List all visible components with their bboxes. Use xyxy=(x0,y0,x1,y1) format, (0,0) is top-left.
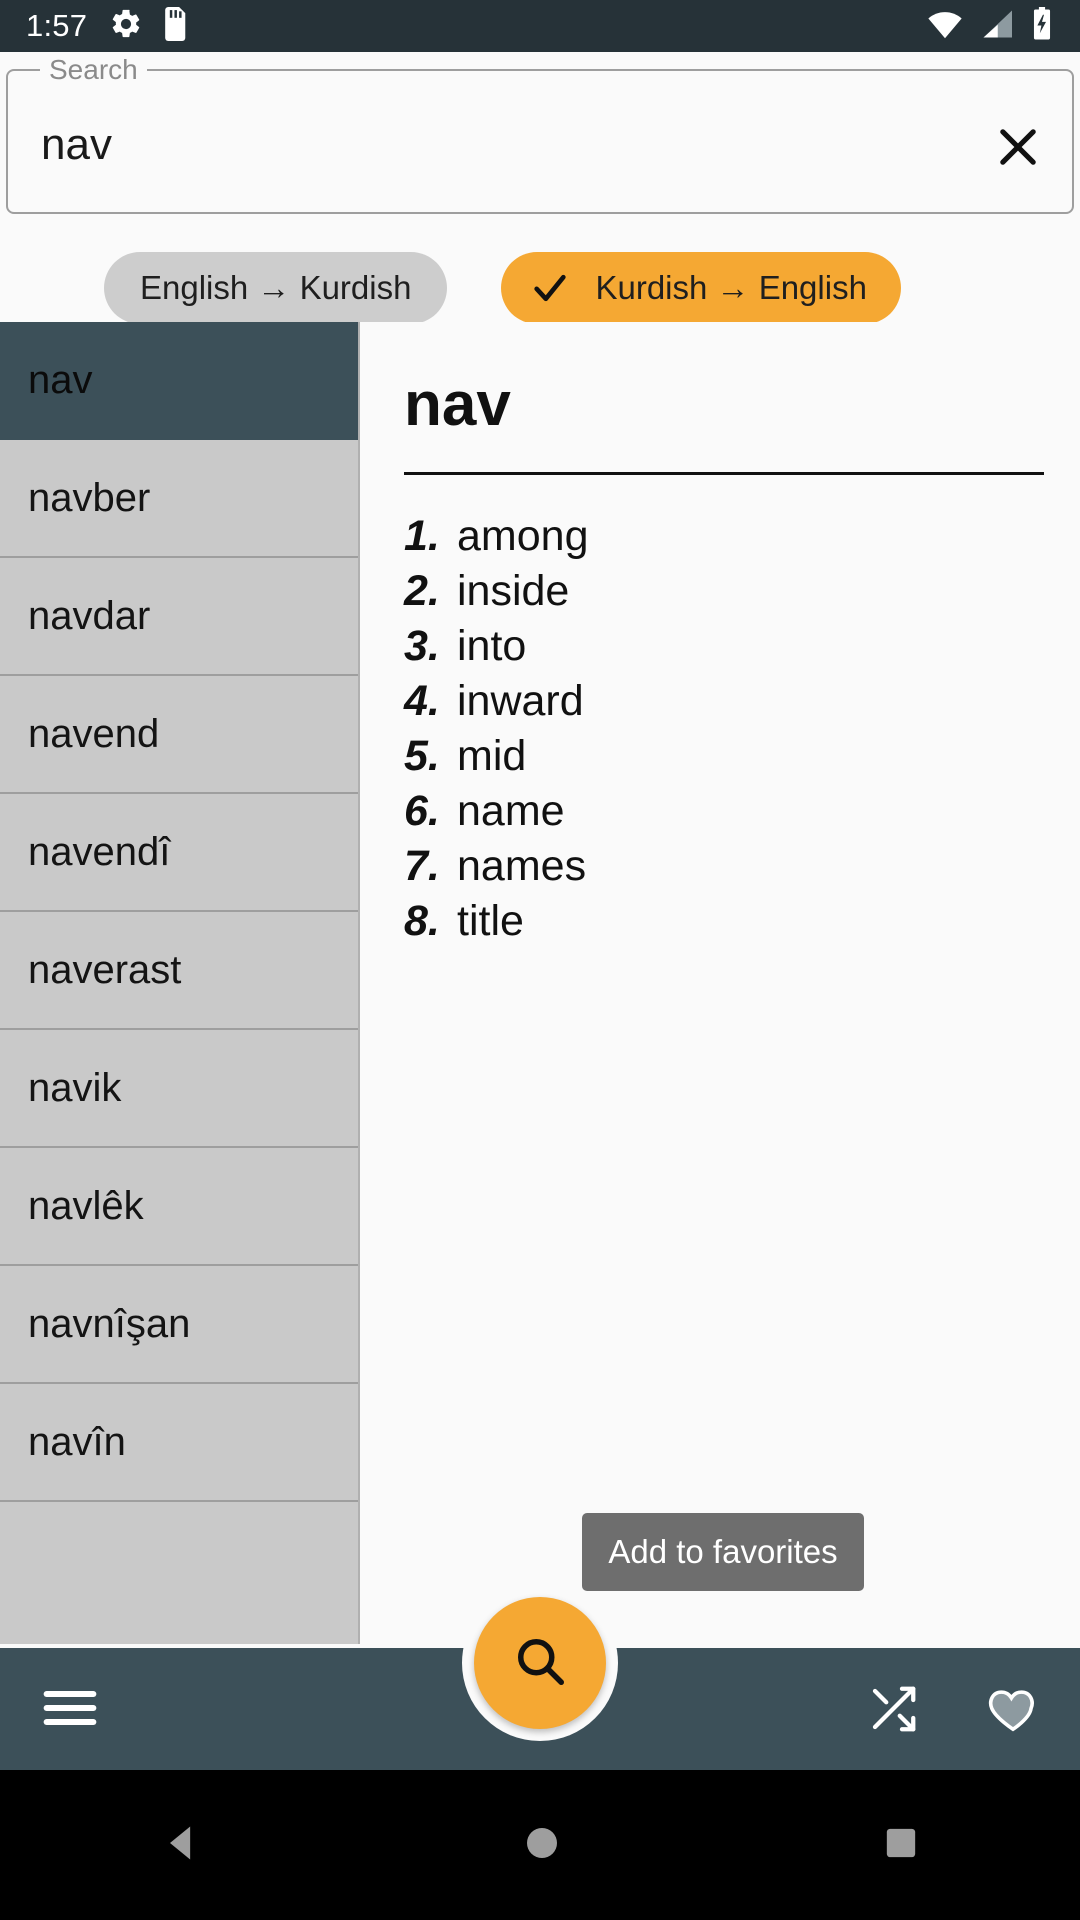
android-navigation-bar xyxy=(0,1770,1080,1920)
search-icon xyxy=(510,1631,570,1696)
sense-item: 4. inward xyxy=(404,674,1040,729)
sense-number: 5. xyxy=(404,732,440,780)
list-item[interactable]: navlêk xyxy=(0,1148,358,1266)
toggle-english-to-kurdish[interactable]: English → Kurdish xyxy=(104,252,448,324)
sense-item: 1. among xyxy=(404,509,1040,564)
sense-list: 1. among 2. inside 3. into 4. inward 5. xyxy=(404,509,1040,949)
search-fab-button[interactable] xyxy=(474,1597,606,1729)
sense-number: 4. xyxy=(404,677,440,725)
word-list-filler xyxy=(0,1502,358,1642)
home-circle-icon[interactable] xyxy=(522,1823,562,1868)
list-item[interactable]: navdar xyxy=(0,558,358,676)
toggle-kurdish-to-english-label: Kurdish → English xyxy=(595,269,867,306)
add-to-favorites-button[interactable]: Add to favorites xyxy=(582,1513,864,1591)
definition-panel: nav 1. among 2. inside 3. into 4. inward xyxy=(362,322,1080,1644)
list-item[interactable]: navîn xyxy=(0,1384,358,1502)
heart-icon[interactable] xyxy=(984,1682,1042,1741)
headword-divider xyxy=(404,472,1044,475)
sense-item: 3. into xyxy=(404,619,1040,674)
sense-text: name xyxy=(457,787,565,835)
sense-item: 5. mid xyxy=(404,729,1040,784)
sense-number: 6. xyxy=(404,787,440,835)
recents-square-icon[interactable] xyxy=(881,1823,921,1868)
sense-text: inward xyxy=(457,677,584,725)
headword: nav xyxy=(404,370,511,439)
word-label: nav xyxy=(28,357,93,402)
search-input-value: nav xyxy=(41,120,112,169)
status-bar-left-icons xyxy=(109,6,189,46)
status-bar-right-icons xyxy=(926,6,1054,46)
sense-text: among xyxy=(457,512,589,560)
sense-text: names xyxy=(457,842,587,890)
signal-icon xyxy=(979,8,1015,45)
sense-number: 7. xyxy=(404,842,440,890)
word-label: navîn xyxy=(28,1419,126,1464)
word-label: navnîşan xyxy=(28,1301,191,1346)
search-section: Search nav xyxy=(0,52,1080,222)
word-label: navendî xyxy=(28,829,171,874)
sense-number: 2. xyxy=(404,567,440,615)
close-icon[interactable] xyxy=(992,121,1044,173)
sense-number: 1. xyxy=(404,512,440,560)
sense-text: title xyxy=(457,897,524,945)
sense-item: 8. title xyxy=(404,894,1040,949)
sense-number: 3. xyxy=(404,622,440,670)
word-list[interactable]: nav navber navdar navend navendî naveras… xyxy=(0,322,360,1644)
list-item[interactable]: nav xyxy=(0,322,358,440)
back-triangle-icon[interactable] xyxy=(159,1821,203,1870)
status-bar: 1:57 xyxy=(0,0,1080,52)
check-icon xyxy=(527,268,573,308)
sense-text: inside xyxy=(457,567,570,615)
toggle-kurdish-to-english[interactable]: Kurdish → English xyxy=(501,252,901,324)
shuffle-icon[interactable] xyxy=(864,1682,922,1741)
add-to-favorites-label: Add to favorites xyxy=(608,1533,838,1570)
list-item[interactable]: navnîşan xyxy=(0,1266,358,1384)
wifi-icon xyxy=(926,8,964,45)
word-label: navend xyxy=(28,711,160,756)
sense-item: 2. inside xyxy=(404,564,1040,619)
sense-item: 6. name xyxy=(404,784,1040,839)
gear-icon xyxy=(109,7,143,46)
sense-text: into xyxy=(457,622,527,670)
sense-item: 7. names xyxy=(404,839,1040,894)
list-item[interactable]: navik xyxy=(0,1030,358,1148)
list-item[interactable]: naverast xyxy=(0,912,358,1030)
sense-text: mid xyxy=(457,732,527,780)
word-label: navlêk xyxy=(28,1183,144,1228)
word-label: navdar xyxy=(28,593,151,638)
sense-number: 8. xyxy=(404,897,440,945)
list-item[interactable]: navend xyxy=(0,676,358,794)
sd-card-icon xyxy=(163,6,189,46)
search-input[interactable]: Search nav xyxy=(6,54,1074,214)
list-item[interactable]: navber xyxy=(0,440,358,558)
word-label: navber xyxy=(28,475,151,520)
hamburger-menu-icon[interactable] xyxy=(42,1684,98,1737)
word-label: navik xyxy=(28,1065,122,1110)
toggle-english-to-kurdish-label: English → Kurdish xyxy=(140,269,412,306)
status-bar-clock: 1:57 xyxy=(26,8,88,43)
content-area: nav navber navdar navend navendî naveras… xyxy=(0,322,1080,1644)
list-item[interactable]: navendî xyxy=(0,794,358,912)
word-label: naverast xyxy=(28,947,182,992)
battery-charging-icon xyxy=(1030,6,1054,46)
app-root: 1:57 Search nav English → Kurdish Kurdis… xyxy=(0,0,1080,1920)
search-label: Search xyxy=(40,54,147,86)
